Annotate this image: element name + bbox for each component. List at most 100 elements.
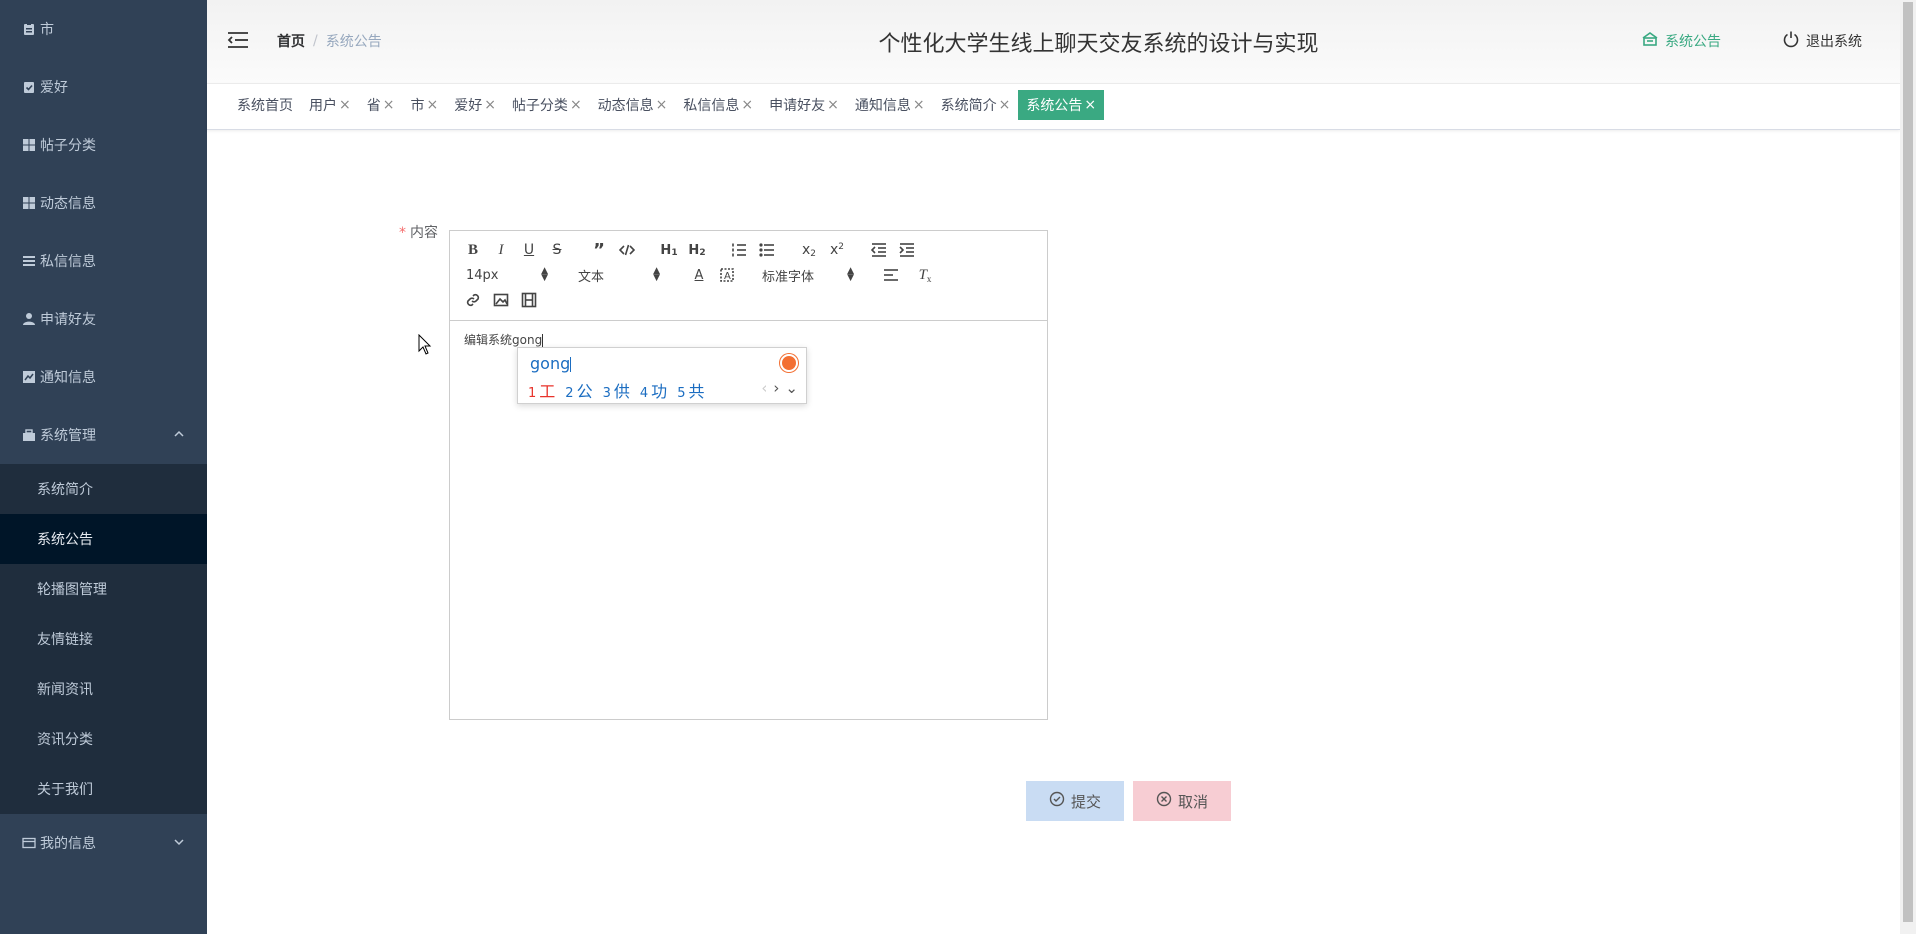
candidate-text: 共 — [688, 382, 705, 401]
tag-2[interactable]: 省 × — [359, 90, 403, 120]
submit-button[interactable]: 提交 — [1026, 781, 1124, 821]
sidebar-subitem-friend-links[interactable]: 友情链接 — [0, 614, 207, 664]
close-icon[interactable]: × — [426, 97, 438, 113]
tag-1[interactable]: 用户 × — [301, 90, 359, 120]
ime-logo-icon[interactable] — [780, 354, 798, 372]
scrollbar-thumb[interactable] — [1903, 2, 1913, 922]
video-icon[interactable] — [518, 289, 540, 311]
grid-icon — [22, 196, 36, 210]
tag-9[interactable]: 通知信息 × — [847, 90, 933, 120]
font-size-select[interactable]: 14px ▲ ▼ — [466, 264, 548, 286]
close-icon[interactable]: × — [741, 97, 753, 113]
system-notice-label: 系统公告 — [1665, 34, 1721, 50]
strikethrough-icon[interactable]: S — [546, 239, 568, 261]
close-icon[interactable]: × — [339, 97, 351, 113]
ime-candidate-window: gong 1工 2公 3供 4功 5共 ‹ › ⌄ — [517, 347, 807, 404]
tag-5[interactable]: 帖子分类 × — [504, 90, 590, 120]
sidebar-item-private-message[interactable]: 私信信息 — [0, 232, 207, 290]
chevron-up-icon — [173, 428, 185, 440]
sidebar-item-notification[interactable]: 通知信息 — [0, 348, 207, 406]
ordered-list-icon[interactable] — [728, 239, 750, 261]
ime-caret — [570, 357, 572, 372]
bold-icon[interactable]: B — [462, 239, 484, 261]
sidebar-item-label: 私信信息 — [40, 254, 96, 270]
bullet-list-icon[interactable] — [756, 239, 778, 261]
sidebar-item-label: 动态信息 — [40, 196, 96, 212]
heading1-icon[interactable]: H1 — [658, 239, 680, 261]
briefcase-icon — [22, 428, 36, 442]
font-size-value: 14px — [466, 267, 499, 283]
sidebar-group-my-info[interactable]: 我的信息 — [0, 814, 207, 872]
tag-0[interactable]: 系统首页 — [229, 90, 301, 120]
outdent-icon[interactable] — [868, 239, 890, 261]
sidebar-group-system-management[interactable]: 系统管理 — [0, 406, 207, 464]
tag-3[interactable]: 市 × — [402, 90, 446, 120]
editor-content[interactable]: 编辑系统gong — [464, 331, 544, 348]
ime-candidate[interactable]: 3供 — [603, 378, 630, 402]
close-icon[interactable]: × — [484, 97, 496, 113]
sidebar-subitem-system-notice[interactable]: 系统公告 — [0, 514, 207, 564]
heading2-icon[interactable]: H2 — [686, 239, 708, 261]
ime-composition-text: gong — [530, 354, 571, 373]
cancel-label: 取消 — [1177, 792, 1208, 811]
tag-11[interactable]: 系统公告 × — [1018, 90, 1105, 120]
close-icon[interactable]: × — [913, 97, 925, 113]
code-block-icon[interactable] — [616, 239, 638, 261]
sidebar-item-dynamic-info[interactable]: 动态信息 — [0, 174, 207, 232]
sidebar-item-post-category[interactable]: 帖子分类 — [0, 116, 207, 174]
blockquote-icon[interactable]: ” — [588, 239, 610, 261]
subscript-icon[interactable]: x2 — [798, 239, 820, 261]
sidebar-item-friend-request[interactable]: 申请好友 — [0, 290, 207, 348]
font-color-icon[interactable]: A — [688, 264, 710, 286]
link-icon[interactable] — [462, 289, 484, 311]
sidebar-subitem-carousel[interactable]: 轮播图管理 — [0, 564, 207, 614]
font-family-select[interactable]: 标准字体 ▲ ▼ — [762, 264, 854, 286]
close-icon[interactable]: × — [827, 97, 839, 113]
indent-icon[interactable] — [896, 239, 918, 261]
sidebar-subitem-system-intro[interactable]: 系统简介 — [0, 464, 207, 514]
superscript-icon[interactable]: x2 — [826, 239, 848, 261]
ime-prev-icon[interactable]: ‹ — [761, 379, 767, 397]
rich-text-editor: B I U S ” H1 H2 x2 x2 14px ▲ ▼ 文本 ▲ ▼ A A 标准… — [449, 230, 1048, 720]
italic-icon[interactable]: I — [490, 239, 512, 261]
underline-icon[interactable]: U — [518, 239, 540, 261]
sidebar-item-hobby[interactable]: 爱好 — [0, 58, 207, 116]
ime-candidate[interactable]: 4功 — [640, 378, 667, 402]
tag-label: 动态信息 — [597, 98, 654, 114]
ime-candidate[interactable]: 2公 — [565, 378, 592, 402]
tag-label: 系统公告 — [1026, 98, 1083, 114]
page-scrollbar[interactable] — [1900, 0, 1916, 934]
header-select[interactable]: 文本 ▲ ▼ — [578, 264, 660, 286]
sidebar-subitem-about-us[interactable]: 关于我们 — [0, 764, 207, 814]
tag-4[interactable]: 爱好 × — [446, 90, 504, 120]
close-icon[interactable]: × — [999, 97, 1011, 113]
tag-10[interactable]: 系统简介 × — [933, 90, 1019, 120]
close-icon[interactable]: × — [656, 97, 668, 113]
image-icon[interactable] — [490, 289, 512, 311]
sidebar-subitem-news[interactable]: 新闻资讯 — [0, 664, 207, 714]
sidebar-subitem-news-category[interactable]: 资讯分类 — [0, 714, 207, 764]
clear-format-icon[interactable]: Tx — [914, 264, 936, 286]
candidate-number: 4 — [639, 386, 649, 401]
background-color-icon[interactable]: A — [716, 264, 738, 286]
tag-8[interactable]: 申请好友 × — [761, 90, 847, 120]
ime-next-icon[interactable]: › — [773, 379, 779, 397]
close-icon[interactable]: × — [1084, 97, 1096, 113]
sidebar: 市 爱好 帖子分类 动态信息 私信信息 申请好友 通知信息 系统管理 系统简介 … — [0, 0, 207, 934]
ime-candidate[interactable]: 5共 — [677, 378, 704, 402]
subitem-label: 资讯分类 — [37, 732, 93, 748]
ime-expand-icon[interactable]: ⌄ — [785, 379, 798, 397]
logout-label: 退出系统 — [1806, 34, 1862, 50]
close-icon[interactable]: × — [570, 97, 582, 113]
system-notice-link[interactable]: 系统公告 — [1641, 30, 1721, 52]
ime-candidate[interactable]: 1工 — [528, 378, 555, 402]
align-icon[interactable] — [880, 264, 902, 286]
tag-7[interactable]: 私信信息 × — [675, 90, 761, 120]
tag-6[interactable]: 动态信息 × — [590, 90, 676, 120]
close-circle-icon — [1156, 791, 1172, 811]
cancel-button[interactable]: 取消 — [1133, 781, 1231, 821]
close-icon[interactable]: × — [383, 97, 395, 113]
logout-link[interactable]: 退出系统 — [1782, 30, 1862, 52]
sidebar-item-city[interactable]: 市 — [0, 0, 207, 58]
mouse-pointer-icon — [418, 333, 432, 356]
